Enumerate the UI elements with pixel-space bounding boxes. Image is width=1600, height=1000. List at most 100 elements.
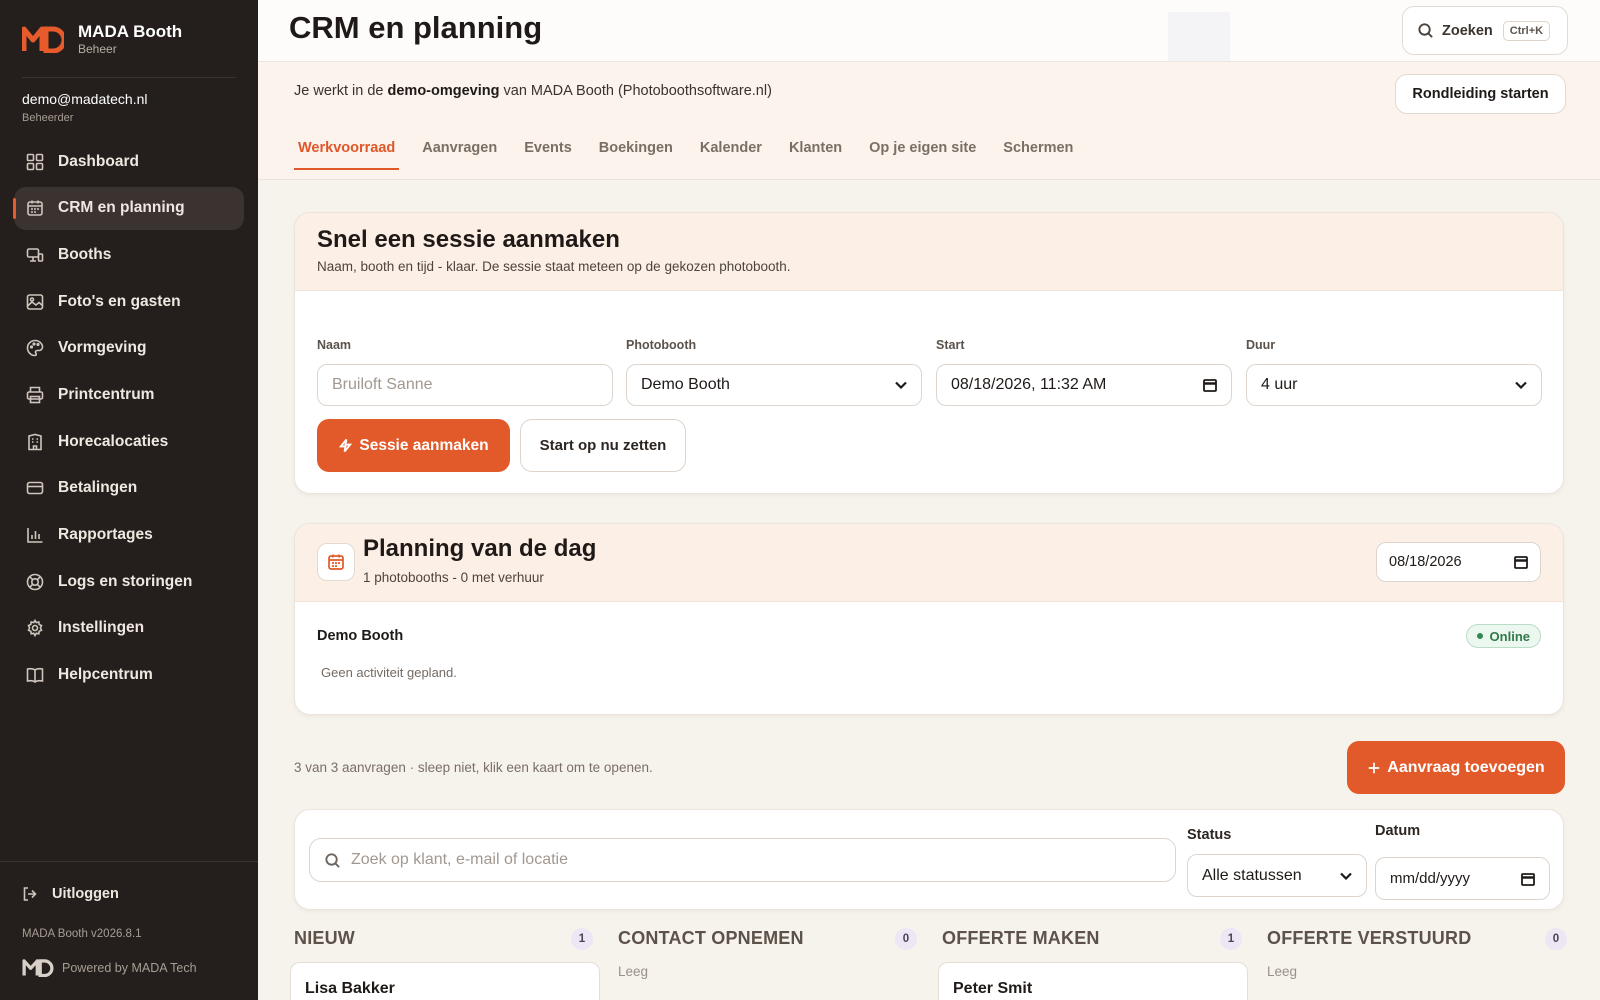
- chevron-down-icon: [1340, 872, 1352, 880]
- status-dot-icon: [1476, 633, 1483, 639]
- pipeline-column-title: OFFERTE VERSTUURD: [1267, 928, 1472, 948]
- start-datetime-input[interactable]: 08/18/2026, 11:32 AM: [936, 364, 1232, 406]
- lead-card[interactable]: Peter Smit: [938, 962, 1248, 1000]
- logout-button[interactable]: Uitloggen: [22, 886, 119, 902]
- brand-name: MADA Booth: [78, 22, 183, 41]
- printer-icon: [26, 386, 44, 404]
- dashboard-icon: [26, 153, 44, 171]
- quick-session-card: Snel een sessie aanmaken Naam, booth en …: [294, 212, 1564, 494]
- status-filter-select[interactable]: Alle statussen: [1187, 854, 1367, 897]
- user-email: demo@madatech.nl: [22, 91, 148, 107]
- booth-label: Photobooth: [626, 338, 697, 352]
- logout-label: Uitloggen: [52, 886, 119, 902]
- sidebar-item-dashboard[interactable]: Dashboard: [14, 140, 244, 183]
- demo-notice-highlight: demo-omgeving: [387, 83, 500, 99]
- start-tour-button[interactable]: Rondleiding starten: [1395, 74, 1566, 114]
- status-filter-value: Alle statussen: [1202, 866, 1302, 884]
- tab-kalender[interactable]: Kalender: [696, 132, 766, 170]
- search-icon: [1418, 23, 1433, 38]
- search-icon: [325, 852, 340, 868]
- pipeline-column-count: 1: [571, 928, 593, 950]
- planning-date-input[interactable]: 08/18/2026: [1376, 542, 1541, 582]
- create-session-button[interactable]: Sessie aanmaken: [317, 419, 510, 472]
- tab-werkvoorraad[interactable]: Werkvoorraad: [294, 132, 400, 170]
- sidebar-item-logs[interactable]: Logs en storingen: [14, 560, 244, 603]
- no-activity-text: Geen activiteit gepland.: [321, 665, 457, 680]
- lead-card[interactable]: Lisa Bakker: [290, 962, 600, 1000]
- sidebar-item-design[interactable]: Vormgeving: [14, 327, 244, 370]
- sidebar-item-label: Dashboard: [58, 152, 139, 170]
- sidebar-nav: Dashboard CRM en planning Booths Foto's …: [13, 140, 244, 700]
- sidebar-item-booths[interactable]: Booths: [14, 233, 244, 276]
- brand[interactable]: MADA Booth Beheer: [22, 22, 182, 56]
- calendar-icon: [317, 543, 355, 581]
- pipeline-column-count: 1: [1220, 928, 1242, 950]
- tab-eigen-site[interactable]: Op je eigen site: [865, 132, 980, 170]
- planning-booth-name[interactable]: Demo Booth: [317, 628, 403, 644]
- planning-date-value: 08/18/2026: [1389, 554, 1462, 570]
- start-now-button[interactable]: Start op nu zetten: [520, 419, 686, 472]
- pipeline-column-empty: Leeg: [1267, 964, 1298, 979]
- sidebar-item-label: Helpcentrum: [58, 666, 153, 684]
- session-name-input[interactable]: Bruiloft Sanne: [317, 364, 613, 406]
- global-search-button[interactable]: Zoeken Ctrl+K: [1402, 6, 1568, 55]
- demo-notice-prefix: Je werkt in de: [294, 83, 388, 99]
- booth-select-value: Demo Booth: [641, 376, 730, 393]
- page-title: CRM en planning: [289, 10, 543, 45]
- tab-boekingen[interactable]: Boekingen: [595, 132, 677, 170]
- calendar-picker-icon[interactable]: [1514, 555, 1528, 569]
- sidebar-item-crm[interactable]: CRM en planning: [13, 186, 244, 230]
- sidebar-item-label: Booths: [58, 245, 112, 263]
- add-request-button[interactable]: Aanvraag toevoegen: [1347, 741, 1565, 794]
- pipeline-column-title: NIEUW: [294, 928, 355, 948]
- sidebar-item-photos[interactable]: Foto's en gasten: [14, 280, 244, 323]
- requests-search-input[interactable]: Zoek op klant, e-mail of locatie: [309, 838, 1176, 882]
- mada-logo-icon: [22, 26, 64, 53]
- tab-klanten[interactable]: Klanten: [785, 132, 846, 170]
- duration-select-value: 4 uur: [1261, 376, 1298, 393]
- gear-icon: [26, 619, 44, 638]
- duration-select[interactable]: 4 uur: [1246, 364, 1542, 406]
- palette-icon: [26, 339, 44, 357]
- quick-session-header: Snel een sessie aanmaken Naam, booth en …: [295, 213, 1563, 291]
- sidebar-item-reports[interactable]: Rapportages: [14, 514, 244, 557]
- quick-session-subtitle: Naam, booth en tijd - klaar. De sessie s…: [317, 259, 791, 274]
- pipeline-column-title: CONTACT OPNEMEN: [618, 928, 804, 948]
- sidebar-item-settings[interactable]: Instellingen: [14, 607, 244, 650]
- logout-icon: [23, 887, 37, 901]
- tab-aanvragen[interactable]: Aanvragen: [418, 132, 501, 170]
- sidebar-item-print[interactable]: Printcentrum: [14, 373, 244, 416]
- status-badge: Online: [1465, 624, 1541, 648]
- status-filter-label: Status: [1187, 827, 1232, 843]
- demo-banner: Je werkt in de demo-omgeving van MADA Bo…: [258, 62, 1600, 180]
- create-session-label: Sessie aanmaken: [359, 436, 489, 454]
- duration-label: Duur: [1246, 338, 1276, 352]
- mada-tech-logo-icon: [22, 959, 54, 977]
- powered-by: Powered by MADA Tech: [22, 958, 197, 977]
- quick-session-title: Snel een sessie aanmaken: [317, 226, 620, 253]
- day-planning-title: Planning van de dag: [363, 535, 597, 562]
- powered-by-text: Powered by MADA Tech: [62, 960, 197, 975]
- calendar-picker-icon[interactable]: [1521, 872, 1535, 886]
- sidebar-item-payments[interactable]: Betalingen: [14, 467, 244, 510]
- sidebar-item-label: Printcentrum: [58, 385, 155, 403]
- requests-filter-bar: Zoek op klant, e-mail of locatie Status …: [294, 809, 1564, 910]
- header-decoration: [1168, 12, 1230, 62]
- name-label: Naam: [317, 338, 352, 352]
- sidebar-item-help[interactable]: Helpcentrum: [14, 654, 244, 697]
- calendar-picker-icon[interactable]: [1203, 378, 1217, 392]
- user-role: Beheerder: [22, 112, 74, 124]
- booth-select[interactable]: Demo Booth: [626, 364, 922, 406]
- lifebuoy-icon: [26, 573, 44, 591]
- pipeline-column-count: 0: [1545, 928, 1567, 950]
- credit-card-icon: [26, 479, 44, 497]
- demo-notice: Je werkt in de demo-omgeving van MADA Bo…: [294, 83, 772, 99]
- tab-schermen[interactable]: Schermen: [999, 132, 1077, 170]
- plus-icon: [1369, 762, 1380, 773]
- tab-events[interactable]: Events: [520, 132, 576, 170]
- search-label: Zoeken: [1442, 22, 1493, 39]
- booth-icon: [26, 246, 44, 264]
- date-filter-input[interactable]: mm/dd/yyyy: [1375, 857, 1550, 900]
- chevron-down-icon: [1515, 381, 1527, 389]
- sidebar-item-venues[interactable]: Horecalocaties: [14, 420, 244, 463]
